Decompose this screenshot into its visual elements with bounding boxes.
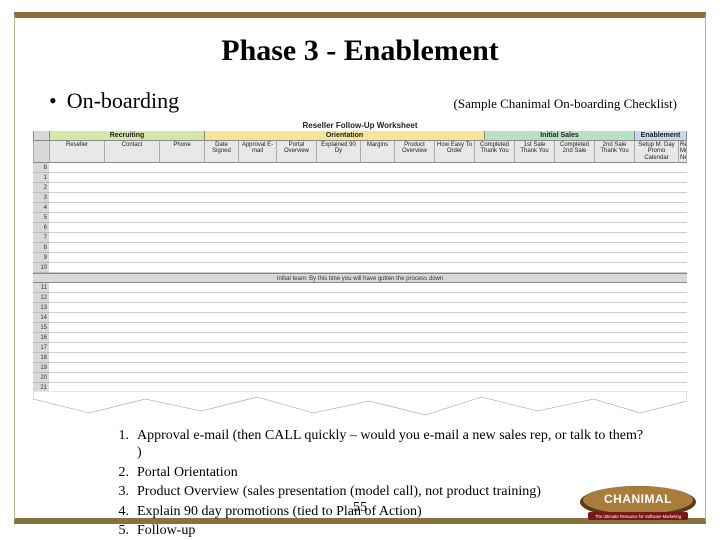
group-header-row: Recruiting Orientation Initial Sales Ena… (33, 131, 687, 141)
group-orientation: Orientation (204, 131, 484, 140)
hdr-promo-cal: Setup M. Day Promo Calendar (634, 141, 678, 163)
bullet-main: • On-boarding (43, 88, 179, 114)
hdr-completed-2nd: Completed 2nd Sale (554, 141, 594, 163)
step-text: Approval e-mail (then CALL quickly – wou… (137, 427, 651, 462)
spreadsheet-image: Reseller Follow-Up Worksheet Recruiting … (33, 120, 687, 393)
hdr-explained-90: Explained 90 Dy (316, 141, 360, 163)
group-recruiting: Recruiting (49, 131, 204, 140)
step-text: Portal Orientation (137, 464, 238, 482)
corner-cell (33, 131, 49, 140)
hdr-reseller: Reseller (49, 141, 104, 163)
step-5: 5.Follow-up (109, 522, 651, 540)
hdr-portal-overview: Portal Overview (276, 141, 316, 163)
hdr-date-signed: Date Signed (204, 141, 238, 163)
step-text: Product Overview (sales presentation (mo… (137, 483, 541, 501)
step-1: 1.Approval e-mail (then CALL quickly – w… (109, 427, 651, 462)
steps-list: 1.Approval e-mail (then CALL quickly – w… (109, 427, 651, 540)
grid-bottom (49, 283, 687, 393)
bullet-row: • On-boarding (Sample Chanimal On-boardin… (43, 88, 677, 114)
rows-top: 812345678910 (33, 163, 687, 273)
sheet-title: Reseller Follow-Up Worksheet (33, 120, 687, 131)
step-text: Follow-up (137, 522, 195, 540)
rows-bottom: 1112131415161718192021 (33, 283, 687, 393)
step-3: 3.Product Overview (sales presentation (… (109, 483, 651, 501)
step-2: 2.Portal Orientation (109, 464, 651, 482)
hdr-easy-order: How Easy To Order (434, 141, 474, 163)
initial-team-bar: Initial team: By this time you will have… (33, 273, 687, 283)
grid-top (49, 163, 687, 273)
slide-frame: Phase 3 - Enablement • On-boarding (Sampl… (14, 12, 706, 524)
bullet-dot: • (49, 88, 57, 113)
column-header-row: Reseller Contact Phone Date Signed Appro… (33, 141, 687, 163)
hdr-margins: Margins (360, 141, 394, 163)
logo-name: CHANIMAL (604, 492, 672, 506)
logo-tag: The Ultimate Resource for Software Marke… (595, 514, 682, 519)
hdr-1st-sale-ty: 1st Sale Thank You (514, 141, 554, 163)
hdr-2nd-sale-ty: 2nd Sale Thank You (594, 141, 634, 163)
group-initial-sales: Initial Sales (484, 131, 634, 140)
checklist-caption: (Sample Chanimal On-boarding Checklist) (454, 96, 677, 112)
hdr-completed-ty: Completed Thank You (474, 141, 514, 163)
hdr-contact: Contact (104, 141, 159, 163)
row-numbers-top: 812345678910 (33, 163, 49, 273)
hdr-phone: Phone (159, 141, 204, 163)
torn-edge (33, 391, 687, 417)
bullet-text: On-boarding (67, 88, 179, 113)
row-numbers-bottom: 1112131415161718192021 (33, 283, 49, 393)
slide-title: Phase 3 - Enablement (39, 34, 681, 68)
hdr-newsletter: Received Monthly Newsletter (678, 141, 687, 163)
group-enablement: Enablement (634, 131, 687, 140)
hdr-blank (33, 141, 49, 163)
chanimal-logo: CHANIMAL The Ultimate Resource for Softw… (578, 482, 698, 522)
hdr-product-overview: Product Overview (394, 141, 434, 163)
hdr-approval-email: Approval E-mail (238, 141, 276, 163)
